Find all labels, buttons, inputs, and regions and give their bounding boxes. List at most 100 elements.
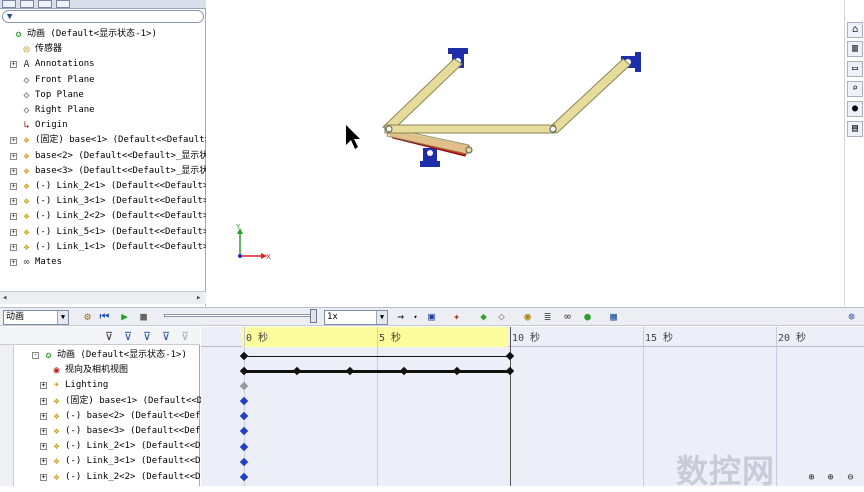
- tree-item[interactable]: + ❖ (-) Link_3<1> (Default<<Default>_5: [0, 194, 206, 209]
- spring-icon[interactable]: ≣: [540, 310, 555, 324]
- expand-icon[interactable]: +: [10, 137, 17, 145]
- tree-item[interactable]: - ✪ 动画 (Default<显示状态-1>): [30, 348, 230, 363]
- collapse-motion-manager-icon[interactable]: ⊗: [844, 310, 859, 324]
- expand-icon[interactable]: +: [40, 397, 47, 405]
- base-3-icon[interactable]: [420, 148, 440, 167]
- study-type-select[interactable]: 动画 ▼: [3, 310, 69, 325]
- motor-icon[interactable]: ◉: [520, 310, 535, 324]
- tree-item[interactable]: + ❖ (-) Link_2<1> (Default<<Default>_5: [0, 179, 206, 194]
- expand-icon[interactable]: +: [10, 61, 17, 69]
- tree-item[interactable]: + ❖ (-) Link_2<2> (Default<<Default>_5: [0, 209, 206, 224]
- coupler-link-icon[interactable]: [384, 124, 557, 134]
- expand-icon[interactable]: +: [10, 167, 17, 175]
- tree-item[interactable]: ◇ Top Plane: [0, 88, 206, 103]
- contact-icon[interactable]: ∞: [560, 310, 575, 324]
- timeline-slider-track[interactable]: [164, 314, 312, 317]
- part-icon: ❖: [23, 241, 30, 253]
- tree-item[interactable]: ◎ 传感器: [0, 42, 206, 57]
- zoom-out-icon[interactable]: ⊖: [843, 470, 858, 485]
- tree-item[interactable]: + ❖ (-) base<3> (Default<<Defa: [30, 424, 230, 439]
- file-explorer-icon[interactable]: ▭: [847, 61, 863, 77]
- tree-item[interactable]: ◉ 视向及相机视图: [30, 363, 230, 378]
- collapse-all-icon[interactable]: ⊽: [181, 330, 189, 343]
- tab-configuration-manager[interactable]: [38, 0, 52, 8]
- search-icon[interactable]: ⌕: [847, 81, 863, 97]
- plane-icon: ◇: [23, 74, 30, 86]
- autokey-icon[interactable]: ◆: [476, 310, 491, 324]
- tree-item[interactable]: + ❖ base<3> (Default<<Default>_显示状: [0, 164, 206, 179]
- tree-item[interactable]: + ❖ (-) base<2> (Default<<Defa: [30, 409, 230, 424]
- tree-item[interactable]: ↳ Origin: [0, 118, 206, 133]
- save-animation-icon[interactable]: ▣: [424, 310, 439, 324]
- tree-item[interactable]: + ☀ Lighting: [30, 378, 230, 393]
- graphics-area[interactable]: Y X: [207, 0, 844, 306]
- chevron-down-icon[interactable]: ▾: [408, 310, 423, 324]
- filter-icon: ▼: [7, 12, 13, 22]
- scroll-right-icon[interactable]: ▸: [196, 293, 201, 303]
- expand-icon[interactable]: +: [10, 228, 17, 236]
- home-icon[interactable]: ⌂: [847, 22, 863, 38]
- tab-appearance[interactable]: [56, 0, 70, 8]
- design-library-icon[interactable]: ▥: [847, 41, 863, 57]
- stop-icon[interactable]: ■: [136, 310, 151, 324]
- timeline-slider-thumb[interactable]: [310, 309, 317, 323]
- animation-wizard-icon[interactable]: ✦: [449, 310, 464, 324]
- gravity-icon[interactable]: ●: [580, 310, 595, 324]
- motion-tree-scrollbar[interactable]: [0, 345, 14, 486]
- tree-item[interactable]: + ❖ (-) Link_2<1> (Default<<De: [30, 439, 230, 454]
- tree-item[interactable]: + ❖ (-) Link_3<1> (Default<<De: [30, 454, 230, 469]
- calculate-icon[interactable]: ⚙: [80, 310, 95, 324]
- play-from-start-icon[interactable]: ⏮: [97, 310, 112, 324]
- expand-icon[interactable]: +: [40, 412, 47, 420]
- expand-icon[interactable]: +: [40, 458, 47, 466]
- tree-item-label: 动画 (Default<显示状态-1>): [57, 350, 187, 360]
- tree-item[interactable]: + ❖ (-) Link_2<2> (Default<<De: [30, 470, 230, 485]
- zoom-to-fit-icon[interactable]: ⊕: [804, 470, 819, 485]
- part-icon: ❖: [23, 211, 30, 223]
- appearance-icon[interactable]: ●: [847, 101, 863, 117]
- filter-driving-icon[interactable]: ⊽: [124, 330, 132, 343]
- tree-item[interactable]: + ❖ base<2> (Default<<Default>_显示状: [0, 149, 206, 164]
- tree-item[interactable]: + ∞ Mates: [0, 255, 206, 270]
- tree-item[interactable]: + ❖ (固定) base<1> (Default<<D: [30, 394, 230, 409]
- tree-filter-input[interactable]: ▼: [2, 10, 204, 23]
- tree-item[interactable]: ◇ Right Plane: [0, 103, 206, 118]
- expand-icon[interactable]: +: [10, 152, 17, 160]
- tab-property-manager[interactable]: [20, 0, 34, 8]
- add-key-icon[interactable]: ◇: [494, 310, 509, 324]
- filter-animated-icon[interactable]: ⊽: [105, 330, 113, 343]
- tree-horizontal-scrollbar[interactable]: ◂ ▸: [0, 291, 206, 304]
- play-icon[interactable]: ▶: [117, 310, 132, 324]
- expand-icon[interactable]: +: [10, 198, 17, 206]
- expand-icon[interactable]: +: [40, 382, 47, 390]
- scroll-left-icon[interactable]: ◂: [2, 293, 7, 303]
- results-icon[interactable]: ▦: [606, 310, 621, 324]
- zoom-in-icon[interactable]: ⊕: [823, 470, 838, 485]
- expand-icon[interactable]: +: [10, 243, 17, 251]
- tree-item-label: (-) base<3> (Default<<Defa: [65, 426, 206, 436]
- tree-item[interactable]: + ❖ (-) Link_5<1> (Default<<Default>_5: [0, 225, 206, 240]
- custom-properties-icon[interactable]: ▤: [847, 121, 863, 137]
- expand-icon[interactable]: +: [10, 183, 17, 190]
- timeline-bar: [244, 369, 510, 373]
- expand-icon[interactable]: +: [10, 213, 17, 221]
- collapse-icon[interactable]: -: [32, 352, 39, 359]
- tab-feature-tree[interactable]: [2, 0, 16, 8]
- link-left-icon[interactable]: [382, 58, 463, 133]
- expand-icon[interactable]: +: [40, 473, 47, 481]
- playback-mode-icon[interactable]: →: [393, 310, 408, 324]
- tree-item[interactable]: + ❖ (固定) base<1> (Default<<Default>_: [0, 133, 206, 148]
- filter-selected-icon[interactable]: ⊽: [143, 330, 151, 343]
- tree-item[interactable]: + A Annotations: [0, 57, 206, 72]
- tree-item[interactable]: + ❖ (-) Link_1<1> (Default<<Default>_5: [0, 240, 206, 255]
- filter-results-icon[interactable]: ⊽: [162, 330, 170, 343]
- sensor-icon: ◎: [23, 44, 30, 56]
- link-right-icon[interactable]: [549, 58, 631, 134]
- expand-icon[interactable]: +: [40, 428, 47, 435]
- expand-icon[interactable]: +: [40, 443, 47, 451]
- tree-item[interactable]: ✪ 动画 (Default<显示状态-1>): [0, 27, 206, 42]
- tree-item-label: 动画 (Default<显示状态-1>): [27, 29, 157, 39]
- playback-speed-select[interactable]: 1x ▼: [324, 310, 388, 325]
- tree-item[interactable]: ◇ Front Plane: [0, 73, 206, 88]
- expand-icon[interactable]: +: [10, 259, 17, 266]
